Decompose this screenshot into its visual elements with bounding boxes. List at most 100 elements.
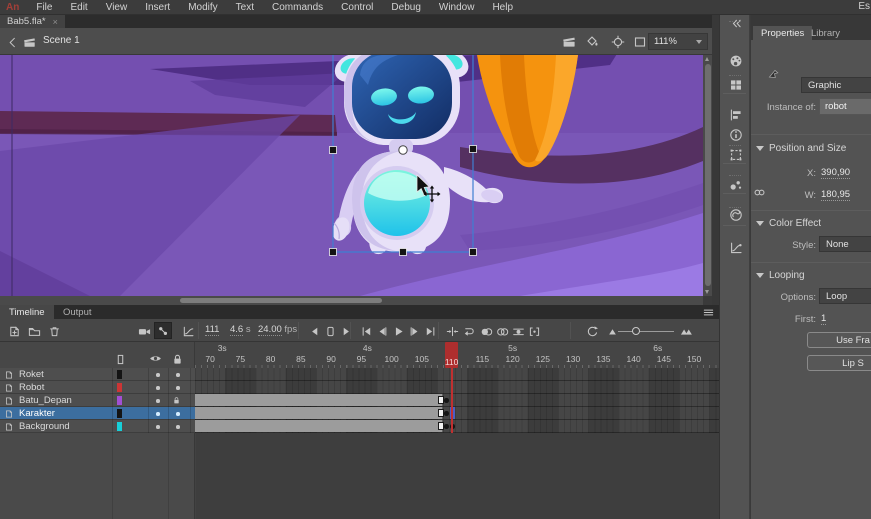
menu-item-debug[interactable]: Debug (382, 0, 429, 15)
layer-outline-swatch[interactable] (117, 396, 122, 405)
back-button[interactable] (4, 34, 20, 50)
new-layer-button[interactable] (6, 323, 22, 339)
keyframe-dot[interactable] (444, 424, 449, 429)
next-frame-button[interactable] (406, 323, 422, 339)
center-stage-button[interactable] (610, 34, 626, 50)
slider-knob[interactable] (632, 327, 640, 335)
menu-item-file[interactable]: File (27, 0, 61, 15)
go-last-button[interactable] (422, 323, 438, 339)
layer-outline-swatch[interactable] (117, 422, 122, 431)
center-playhead-button[interactable] (444, 323, 460, 339)
align-panel-button[interactable] (728, 107, 744, 123)
stage[interactable] (0, 55, 703, 296)
zoom-out-frames-button[interactable] (604, 323, 620, 339)
zoom-select[interactable]: 111% (648, 33, 708, 50)
layer-row-roket[interactable]: Roket (0, 368, 195, 381)
frames-row-batu_depan[interactable] (195, 394, 719, 407)
loop-options-select[interactable]: Loop (819, 288, 871, 304)
edit-scene-button[interactable] (561, 34, 577, 50)
menu-item-view[interactable]: View (97, 0, 137, 15)
menu-item-commands[interactable]: Commands (263, 0, 332, 15)
frames-row-karakter[interactable] (195, 407, 719, 420)
onion-outlines-button[interactable] (494, 323, 510, 339)
onion-skin-button[interactable] (478, 323, 494, 339)
scrollbar-thumb[interactable] (705, 64, 711, 286)
outline-all-layers-button[interactable] (114, 353, 127, 366)
first-frame-value[interactable]: 1 (821, 313, 826, 325)
collapse-panels-button[interactable] (729, 17, 742, 30)
style-select[interactable]: None (819, 236, 871, 252)
dock-grip[interactable] (729, 75, 741, 77)
lock-all-layers-button[interactable] (171, 353, 184, 366)
app-logo[interactable]: An (0, 2, 27, 13)
keyframe-dot[interactable] (444, 411, 449, 416)
swatches-panel-button[interactable] (728, 77, 744, 93)
menu-item-help[interactable]: Help (483, 0, 522, 15)
transform-point[interactable] (399, 146, 407, 154)
empty-end-frame[interactable] (438, 422, 444, 430)
x-value[interactable]: 390,90 (821, 167, 850, 179)
menu-item-edit[interactable]: Edit (61, 0, 96, 15)
keyframe-dot[interactable] (444, 398, 449, 403)
step-back-button[interactable] (306, 323, 322, 339)
layer-lock-dot[interactable] (176, 425, 180, 429)
empty-end-frame[interactable] (438, 409, 444, 417)
layer-outline-swatch[interactable] (117, 370, 122, 379)
go-first-button[interactable] (358, 323, 374, 339)
use-frame-picker-button[interactable]: Use Fra (807, 332, 871, 348)
new-folder-button[interactable] (26, 323, 42, 339)
loop-playback-button[interactable] (460, 323, 476, 339)
layer-visibility-dot[interactable] (156, 425, 160, 429)
layer-lock-dot[interactable] (176, 373, 180, 377)
cc-libraries-panel-button[interactable] (728, 207, 744, 223)
section-color-effect[interactable]: Color Effect (756, 218, 821, 229)
current-frame-counter[interactable]: 111 (205, 325, 219, 335)
show-parenting-button[interactable] (154, 322, 172, 339)
current-frame-box-button[interactable] (322, 323, 338, 339)
scroll-down-icon[interactable] (705, 290, 709, 294)
layer-lock-dot[interactable] (176, 412, 180, 416)
frames-row-roket[interactable] (195, 368, 719, 381)
tab-timeline[interactable]: Timeline (0, 305, 54, 319)
elapsed-time-counter[interactable]: 4.6 s (230, 325, 251, 335)
panel-divider[interactable] (712, 15, 719, 305)
menu-item-text[interactable]: Text (227, 0, 263, 15)
menu-item-modify[interactable]: Modify (179, 0, 226, 15)
instance-name-field[interactable] (819, 98, 871, 115)
layer-visibility-dot[interactable] (156, 386, 160, 390)
menu-item-insert[interactable]: Insert (136, 0, 179, 15)
prev-frame-button[interactable] (374, 323, 390, 339)
transform-panel-button[interactable] (728, 147, 744, 163)
panel-menu-button[interactable] (702, 306, 715, 319)
playhead-line[interactable] (451, 368, 453, 433)
scrollbar-thumb[interactable] (180, 298, 382, 303)
layer-visibility-dot[interactable] (156, 412, 160, 416)
play-button[interactable] (390, 323, 406, 339)
empty-end-frame[interactable] (438, 396, 444, 404)
delete-layer-button[interactable] (46, 323, 62, 339)
menu-item-control[interactable]: Control (332, 0, 382, 15)
dock-grip[interactable] (729, 207, 741, 209)
layer-visibility-dot[interactable] (156, 373, 160, 377)
edit-symbols-button[interactable] (585, 34, 601, 50)
modify-markers-button[interactable] (526, 323, 542, 339)
layer-row-robot[interactable]: Robot (0, 381, 195, 394)
frame-span[interactable] (195, 407, 443, 419)
stage-vertical-scrollbar[interactable] (703, 55, 712, 296)
graph-editor-button[interactable] (180, 323, 196, 339)
scroll-up-icon[interactable] (705, 57, 709, 61)
menu-item-window[interactable]: Window (430, 0, 484, 15)
info-panel-button[interactable] (728, 127, 744, 143)
dock-grip[interactable] (729, 175, 741, 177)
workspace-switcher[interactable]: Es (858, 1, 871, 12)
symbol-type-select[interactable]: Graphic (801, 77, 871, 93)
frames-row-background[interactable] (195, 420, 719, 433)
stage-horizontal-scrollbar[interactable] (0, 296, 703, 305)
lock-icon[interactable] (172, 396, 181, 405)
frame-rate-counter[interactable]: 24.00 fps (258, 325, 297, 335)
document-tab[interactable]: Bab5.fla* × (0, 15, 65, 28)
layer-outline-swatch[interactable] (117, 383, 122, 392)
edit-multiple-frames-button[interactable] (510, 323, 526, 339)
dock-grip[interactable] (729, 145, 741, 147)
timeline-zoom-slider[interactable] (618, 323, 674, 339)
